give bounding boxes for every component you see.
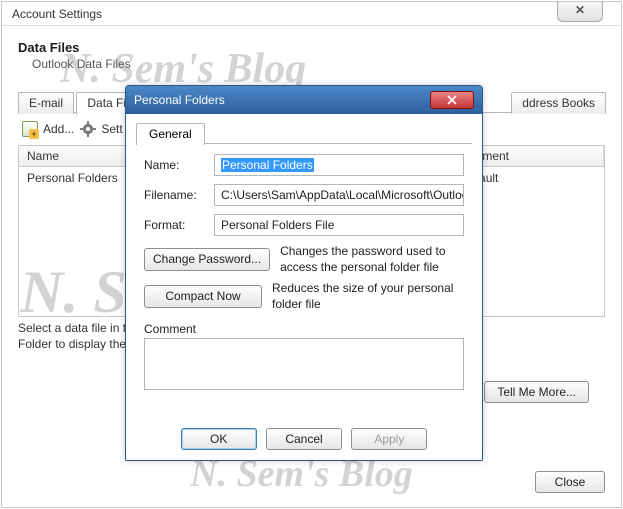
add-icon [22, 121, 38, 137]
close-button[interactable]: Close [535, 471, 605, 493]
tab-email[interactable]: E-mail [18, 92, 74, 114]
toolbar-add-label: Add... [43, 122, 74, 136]
toolbar-add-button[interactable]: Add... [22, 121, 74, 137]
toolbar-settings-button[interactable]: Sett [80, 121, 122, 137]
compact-now-help: Reduces the size of your personal folder… [272, 281, 464, 312]
name-label: Name: [144, 158, 206, 172]
section-title: Data Files [18, 40, 605, 55]
filename-input[interactable]: C:\Users\Sam\AppData\Local\Microsoft\Out… [214, 184, 464, 206]
toolbar-settings-label: Sett [101, 122, 122, 136]
apply-button[interactable]: Apply [351, 428, 427, 450]
gear-icon [80, 121, 96, 137]
name-input-value: Personal Folders [221, 158, 314, 172]
general-panel: Name: Personal Folders Filename: C:\User… [136, 144, 472, 399]
close-icon [447, 95, 457, 105]
close-icon: ✕ [575, 3, 585, 17]
change-password-help: Changes the password used to access the … [280, 244, 464, 275]
section-subtitle: Outlook Data Files [18, 55, 605, 85]
format-input[interactable]: Personal Folders File [214, 214, 464, 236]
change-password-button[interactable]: Change Password... [144, 248, 270, 271]
dialog-close-button[interactable] [430, 91, 474, 109]
filename-label: Filename: [144, 188, 206, 202]
tell-me-more-button[interactable]: Tell Me More... [484, 381, 589, 403]
dialog-body: General Name: Personal Folders Filename:… [126, 114, 482, 409]
comment-textarea[interactable] [144, 338, 464, 390]
personal-folders-dialog: Personal Folders General Name: Personal … [125, 85, 483, 461]
dialog-tabs: General [136, 122, 472, 144]
window-close-button[interactable]: ✕ [557, 2, 603, 22]
name-input[interactable]: Personal Folders [214, 154, 464, 176]
cancel-button[interactable]: Cancel [266, 428, 342, 450]
compact-now-button[interactable]: Compact Now [144, 285, 262, 308]
tab-general[interactable]: General [136, 123, 205, 145]
dialog-titlebar[interactable]: Personal Folders [126, 86, 482, 114]
tab-address-books[interactable]: ddress Books [511, 92, 606, 114]
format-label: Format: [144, 218, 206, 232]
window-title: Account Settings [12, 7, 102, 21]
ok-button[interactable]: OK [181, 428, 257, 450]
comment-label: Comment [144, 322, 464, 336]
account-settings-header: Account Settings ✕ [2, 2, 621, 26]
dialog-footer: OK Cancel Apply [126, 428, 482, 450]
dialog-title: Personal Folders [134, 93, 225, 107]
